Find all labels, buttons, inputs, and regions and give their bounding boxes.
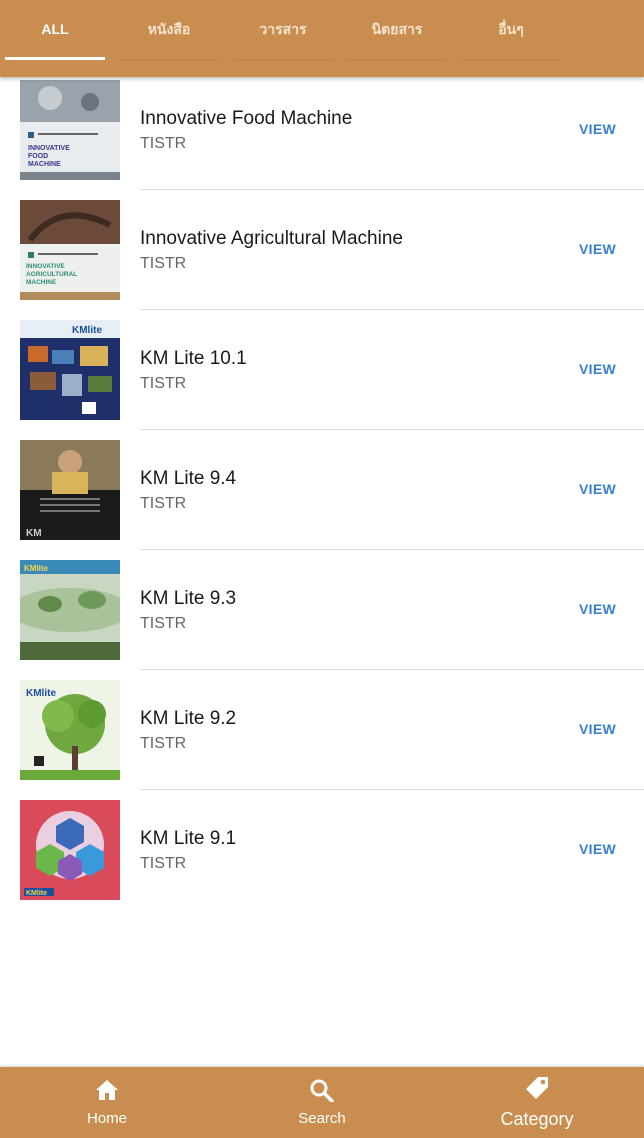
book-cover: KMlite: [20, 320, 120, 420]
item-title: KM Lite 9.1: [140, 828, 237, 849]
svg-text:INNOVATIVE: INNOVATIVE: [26, 263, 65, 270]
item-title: Innovative Agricultural Machine: [140, 228, 403, 249]
book-cover: INNOVATIVE FOOD MACHINE: [20, 80, 120, 180]
nav-search[interactable]: Search: [215, 1067, 429, 1138]
tab-label: หนังสือ: [147, 20, 191, 37]
list-item[interactable]: KMlite KM Lite 9.3 TISTR VIEW: [0, 550, 644, 670]
tab-journals[interactable]: วารสาร: [233, 0, 333, 60]
view-button[interactable]: VIEW: [579, 361, 616, 377]
item-author: TISTR: [140, 135, 187, 152]
item-title: KM Lite 9.4: [140, 468, 237, 489]
svg-text:AGRICULTURAL: AGRICULTURAL: [26, 271, 77, 278]
svg-text:MACHINE: MACHINE: [28, 161, 61, 168]
list-item[interactable]: INNOVATIVE AGRICULTURAL MACHINE Innovati…: [0, 190, 644, 310]
item-author: TISTR: [140, 255, 187, 272]
svg-text:KMlite: KMlite: [26, 890, 47, 897]
tab-magazines[interactable]: นิตยสาร: [347, 0, 447, 60]
nav-label: Search: [298, 1110, 346, 1127]
tab-label: ALL: [41, 20, 69, 37]
nav-label: Home: [86, 1110, 127, 1127]
svg-text:KMlite: KMlite: [26, 688, 56, 699]
tab-label: วารสาร: [259, 20, 307, 37]
svg-text:MACHINE: MACHINE: [26, 279, 57, 286]
view-button[interactable]: VIEW: [579, 841, 616, 857]
item-author: TISTR: [140, 735, 187, 752]
svg-text:KMlite: KMlite: [72, 325, 102, 336]
item-author: TISTR: [140, 615, 187, 632]
view-button[interactable]: VIEW: [579, 121, 616, 137]
item-author: TISTR: [140, 375, 187, 392]
item-title: KM Lite 9.2: [140, 708, 237, 729]
svg-text:INNOVATIVE: INNOVATIVE: [28, 145, 70, 152]
book-cover: INNOVATIVE AGRICULTURAL MACHINE: [20, 200, 120, 300]
tag-icon: [522, 1075, 552, 1106]
nav-label: Category: [500, 1109, 574, 1129]
svg-text:KM: KM: [26, 528, 42, 539]
item-title: Innovative Food Machine: [140, 108, 353, 129]
list-item[interactable]: KMlite KM Lite 9.1 TISTR VIEW: [0, 790, 644, 910]
list-item[interactable]: INNOVATIVE FOOD MACHINE Innovative Food …: [0, 70, 644, 190]
view-button[interactable]: VIEW: [579, 601, 616, 617]
tab-label: อื่นๆ: [498, 20, 524, 37]
view-button[interactable]: VIEW: [579, 241, 616, 257]
svg-text:FOOD: FOOD: [28, 153, 48, 160]
nav-category[interactable]: Category: [430, 1067, 644, 1138]
bottom-navigation: Home Search Category: [0, 1067, 644, 1138]
item-author: TISTR: [140, 855, 187, 872]
view-button[interactable]: VIEW: [579, 481, 616, 497]
publication-list: INNOVATIVE FOOD MACHINE Innovative Food …: [0, 70, 644, 910]
tab-label: นิตยสาร: [371, 20, 423, 37]
search-icon: [309, 1078, 335, 1107]
svg-text:KMlite: KMlite: [24, 564, 49, 573]
tab-all[interactable]: ALL: [5, 0, 105, 60]
list-item[interactable]: KM KM Lite 9.4 TISTR VIEW: [0, 430, 644, 550]
item-title: KM Lite 10.1: [140, 348, 247, 369]
list-item[interactable]: KMlite KM Lite 9.2 TISTR VIEW: [0, 670, 644, 790]
book-cover: KM: [20, 440, 120, 540]
book-cover: KMlite: [20, 800, 120, 900]
home-icon: [94, 1078, 120, 1107]
item-title: KM Lite 9.3: [140, 588, 237, 609]
list-item[interactable]: KMlite KM Lite 10.1 TISTR VIEW: [0, 310, 644, 430]
item-author: TISTR: [140, 495, 187, 512]
tab-books[interactable]: หนังสือ: [119, 0, 219, 60]
category-tab-bar: ALL หนังสือ วารสาร นิตยสาร อื่นๆ: [0, 0, 644, 77]
book-cover: KMlite: [20, 680, 120, 780]
tab-others[interactable]: อื่นๆ: [461, 0, 561, 60]
book-cover: KMlite: [20, 560, 120, 660]
view-button[interactable]: VIEW: [579, 721, 616, 737]
nav-home[interactable]: Home: [0, 1067, 214, 1138]
